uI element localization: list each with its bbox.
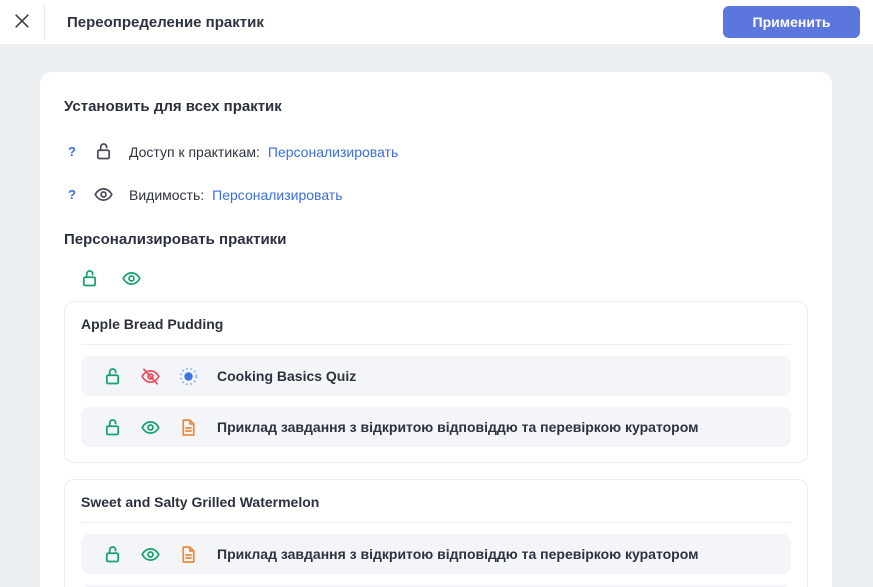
card-divider <box>81 522 791 523</box>
bulk-action-bar <box>64 268 808 289</box>
global-setting-row: ? Доступ к практикам: Персонализировать <box>64 141 808 162</box>
activity-row: Cooking Basics Quiz <box>81 356 791 396</box>
lock-open-dark-icon[interactable] <box>93 141 114 162</box>
help-icon[interactable]: ? <box>68 144 80 159</box>
activity-label: Cooking Basics Quiz <box>217 368 357 384</box>
practice-card: Apple Bread Pudding Cooking Basics Quiz … <box>64 301 808 463</box>
setting-label: Видимость: <box>129 186 205 203</box>
quiz-radio-icon <box>178 366 199 387</box>
set-all-heading: Установить для всех практик <box>64 98 282 115</box>
apply-button[interactable]: Применить <box>723 6 860 38</box>
lock-open-green-icon[interactable] <box>102 366 123 387</box>
eye-green-icon[interactable] <box>121 268 142 289</box>
activity-label: Приклад завдання з відкритою відповіддю … <box>217 546 699 562</box>
lock-open-green-icon[interactable] <box>79 268 100 289</box>
help-icon[interactable]: ? <box>68 187 80 202</box>
task-doc-icon <box>178 417 199 438</box>
activity-row: Приклад завдання з відкритою відповіддю … <box>81 534 791 574</box>
header-divider <box>44 4 45 40</box>
activity-label: Приклад завдання з відкритою відповіддю … <box>217 419 699 435</box>
close-icon <box>12 11 32 34</box>
close-button[interactable] <box>0 0 44 44</box>
practice-card: Sweet and Salty Grilled Watermelon Прикл… <box>64 479 808 587</box>
modal-header: Переопределение практик Применить <box>0 0 873 45</box>
personalize-heading: Персонализировать практики <box>64 231 287 248</box>
lock-open-green-icon[interactable] <box>102 417 123 438</box>
eye-dark-icon[interactable] <box>93 184 114 205</box>
task-doc-icon <box>178 544 199 565</box>
personalize-link[interactable]: Персонализировать <box>268 144 398 160</box>
practice-title: Sweet and Salty Grilled Watermelon <box>81 494 320 510</box>
lock-open-green-icon[interactable] <box>102 544 123 565</box>
modal-body: Установить для всех практик ? Доступ к п… <box>0 45 873 587</box>
card-divider <box>81 344 791 345</box>
eye-green-icon[interactable] <box>140 417 161 438</box>
global-settings: ? Доступ к практикам: Персонализировать … <box>64 141 808 205</box>
setting-label: Доступ к практикам: <box>129 143 260 160</box>
activity-row: Приклад завдання з відкритою відповіддю … <box>81 407 791 447</box>
personalize-link[interactable]: Персонализировать <box>212 187 342 203</box>
eye-off-red-icon[interactable] <box>140 366 161 387</box>
practice-cards: Apple Bread Pudding Cooking Basics Quiz … <box>64 301 808 587</box>
content-panel: Установить для всех практик ? Доступ к п… <box>40 72 832 587</box>
eye-green-icon[interactable] <box>140 544 161 565</box>
global-setting-row: ? Видимость: Персонализировать <box>64 184 808 205</box>
page-title: Переопределение практик <box>67 13 264 31</box>
practice-title: Apple Bread Pudding <box>81 316 224 332</box>
